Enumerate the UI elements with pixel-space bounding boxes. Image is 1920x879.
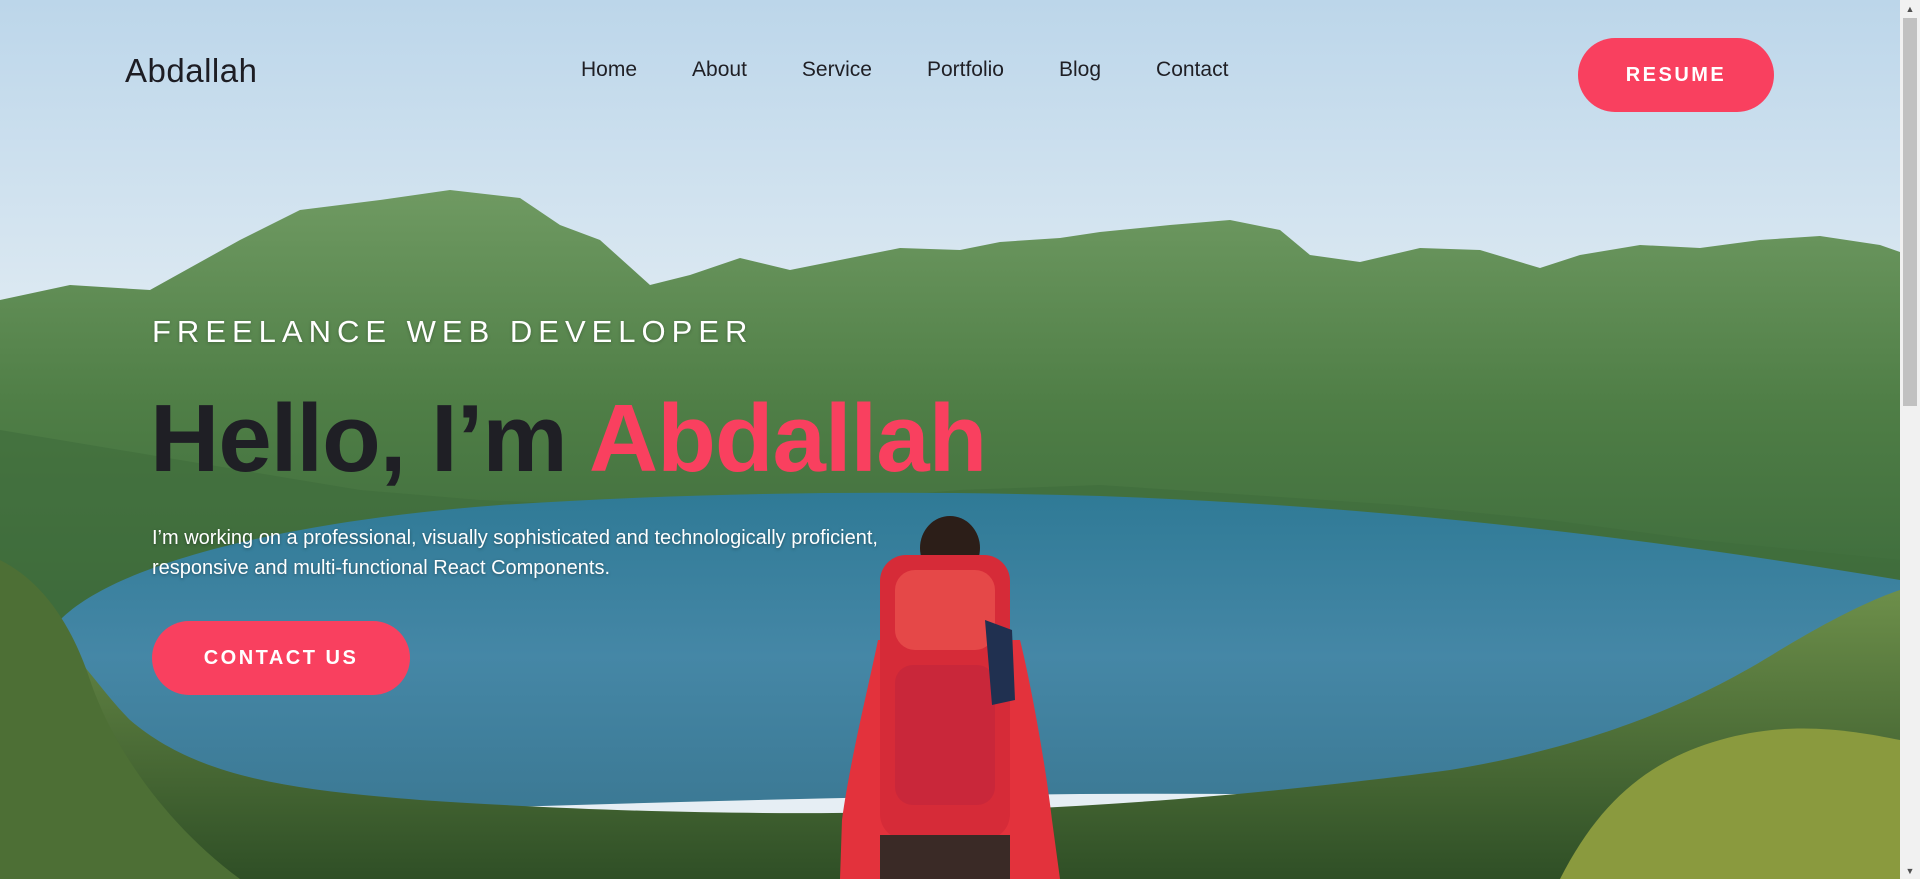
scroll-down-arrow-icon[interactable]: ▼ (1900, 862, 1920, 879)
hero-headline: Hello, I’m Abdallah (150, 384, 987, 494)
resume-button[interactable]: RESUME (1578, 38, 1774, 112)
page: Abdallah Home About Service Portfolio Bl… (0, 0, 1900, 879)
nav-portfolio[interactable]: Portfolio (927, 58, 1004, 82)
site-logo[interactable]: Abdallah (125, 52, 257, 90)
page-scrollbar[interactable]: ▲ ▼ (1900, 0, 1920, 879)
nav-service[interactable]: Service (802, 58, 872, 82)
nav-contact[interactable]: Contact (1156, 58, 1228, 82)
scroll-up-arrow-icon[interactable]: ▲ (1900, 0, 1920, 17)
site-header: Abdallah Home About Service Portfolio Bl… (0, 0, 1900, 150)
nav-blog[interactable]: Blog (1059, 58, 1101, 82)
scrollbar-thumb[interactable] (1903, 18, 1917, 406)
main-nav: Home About Service Portfolio Blog Contac… (581, 58, 1283, 82)
hero-subtitle: FREELANCE WEB DEVELOPER (152, 314, 754, 349)
contact-us-button[interactable]: CONTACT US (152, 621, 410, 695)
hero-description: I’m working on a professional, visually … (152, 527, 878, 579)
headline-greeting: Hello, I’m (150, 385, 589, 492)
headline-name: Abdallah (588, 385, 987, 492)
nav-home[interactable]: Home (581, 58, 637, 82)
nav-about[interactable]: About (692, 58, 747, 82)
